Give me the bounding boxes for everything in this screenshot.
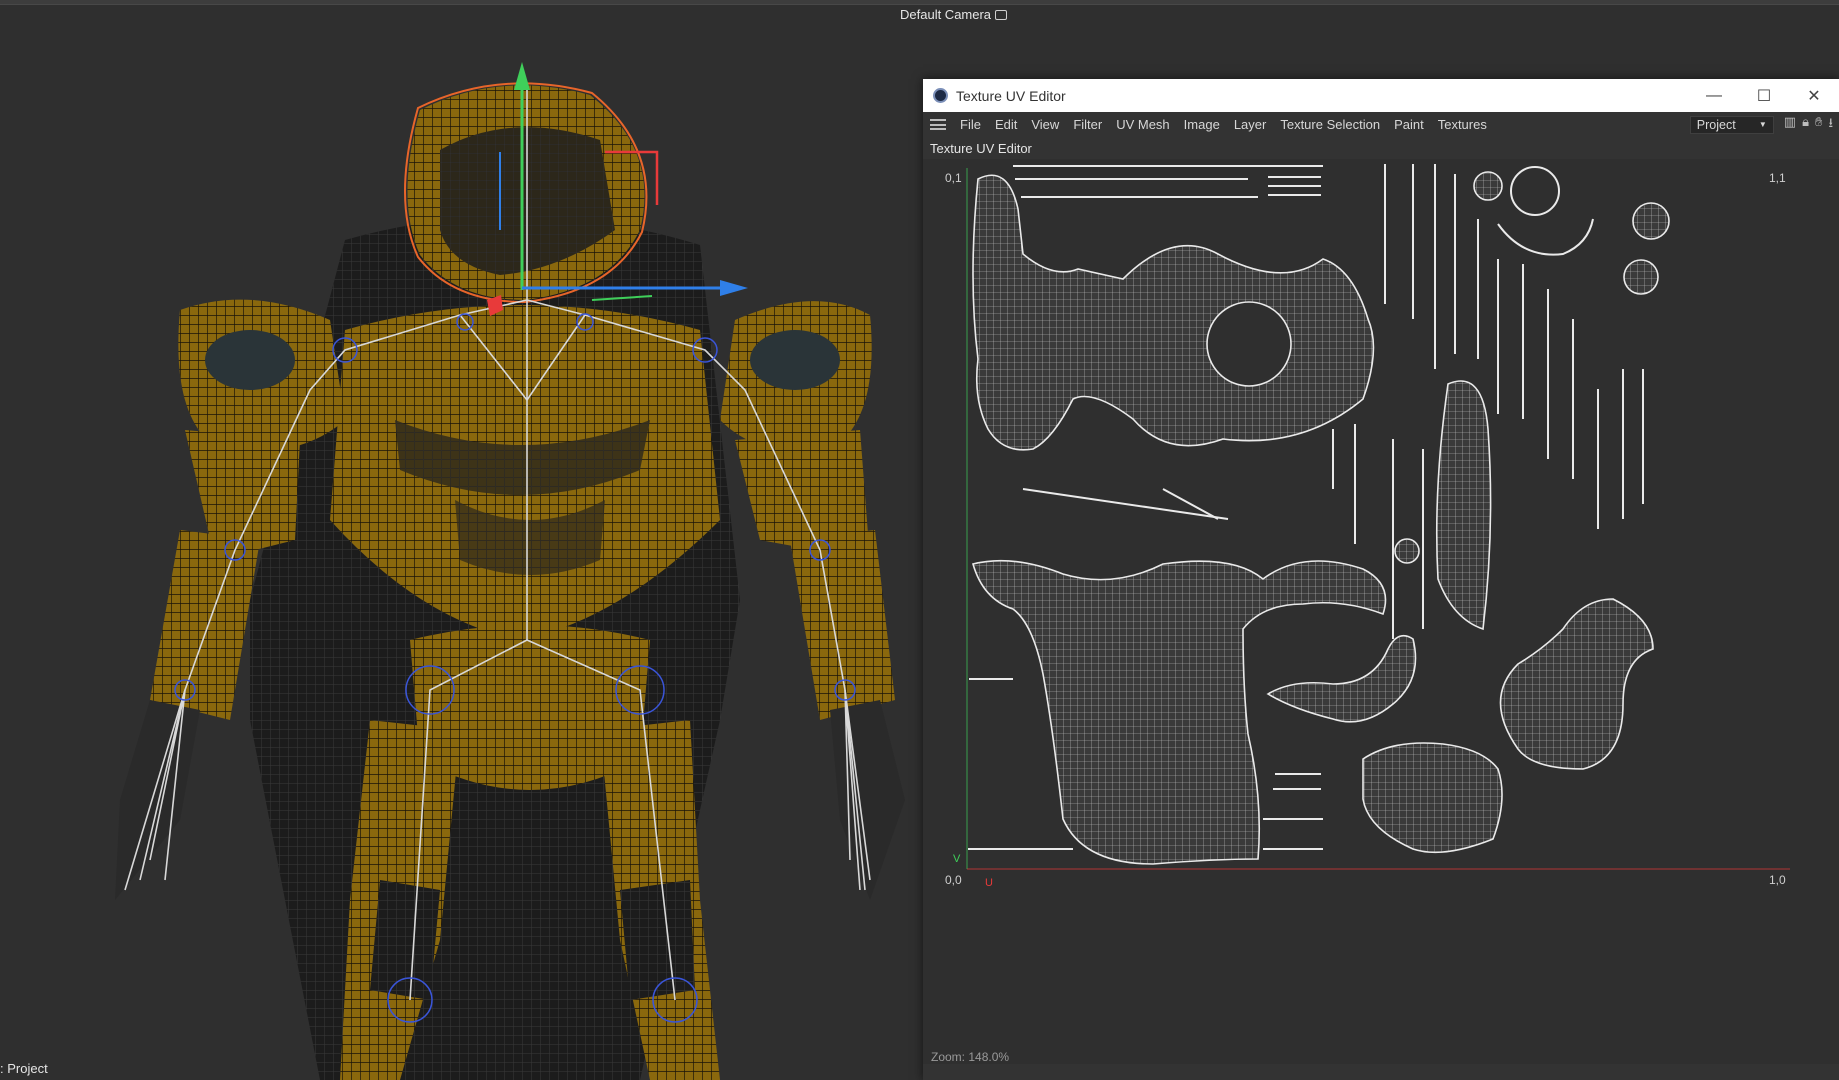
menu-uv-mesh[interactable]: UV Mesh bbox=[1109, 117, 1176, 132]
uv-canvas[interactable]: 0,1 1,1 0,0 1,0 V U Zoom: 148.0% bbox=[923, 159, 1839, 1064]
menu-paint[interactable]: Paint bbox=[1387, 117, 1431, 132]
menu-file[interactable]: File bbox=[953, 117, 988, 132]
cinema4d-app-icon bbox=[933, 88, 948, 103]
menu-layer[interactable]: Layer bbox=[1227, 117, 1274, 132]
menu-bar: File Edit View Filter UV Mesh Image Laye… bbox=[923, 112, 1839, 137]
chevron-down-icon: ▼ bbox=[1758, 120, 1767, 129]
robot-model[interactable] bbox=[0, 0, 920, 1080]
project-dropdown-value: Project bbox=[1696, 117, 1736, 132]
menu-texture-selection[interactable]: Texture Selection bbox=[1273, 117, 1387, 132]
minimize-button[interactable]: — bbox=[1689, 79, 1739, 112]
menu-image[interactable]: Image bbox=[1177, 117, 1227, 132]
hand-icon[interactable]: ✋︎ bbox=[1815, 114, 1822, 136]
project-label: : Project bbox=[0, 1061, 48, 1076]
zoom-label: Zoom: 148.0% bbox=[931, 1050, 1010, 1064]
menu-view[interactable]: View bbox=[1024, 117, 1066, 132]
menu-textures[interactable]: Textures bbox=[1431, 117, 1494, 132]
uv-islands[interactable] bbox=[923, 159, 1839, 1064]
project-dropdown[interactable]: Project ▼ bbox=[1689, 115, 1774, 134]
menu-filter[interactable]: Filter bbox=[1066, 117, 1109, 132]
camera-icon bbox=[995, 9, 1008, 20]
arrow-down-icon[interactable]: ⭳ bbox=[1828, 114, 1833, 136]
window-title: Texture UV Editor bbox=[956, 87, 1066, 104]
window-titlebar[interactable]: Texture UV Editor — ☐ ✕ bbox=[923, 79, 1839, 112]
close-button[interactable]: ✕ bbox=[1789, 79, 1839, 112]
panel-title: Texture UV Editor bbox=[930, 140, 1032, 156]
texture-uv-editor-window[interactable]: Texture UV Editor — ☐ ✕ File Edit View F… bbox=[923, 79, 1839, 1080]
graph-icon[interactable]: ▥ bbox=[1784, 114, 1796, 136]
hamburger-menu-icon[interactable] bbox=[930, 119, 946, 130]
lock-icon[interactable]: 🔒︎ bbox=[1802, 114, 1809, 136]
menu-edit[interactable]: Edit bbox=[988, 117, 1024, 132]
robot-body bbox=[115, 85, 905, 1080]
maximize-button[interactable]: ☐ bbox=[1739, 79, 1789, 112]
